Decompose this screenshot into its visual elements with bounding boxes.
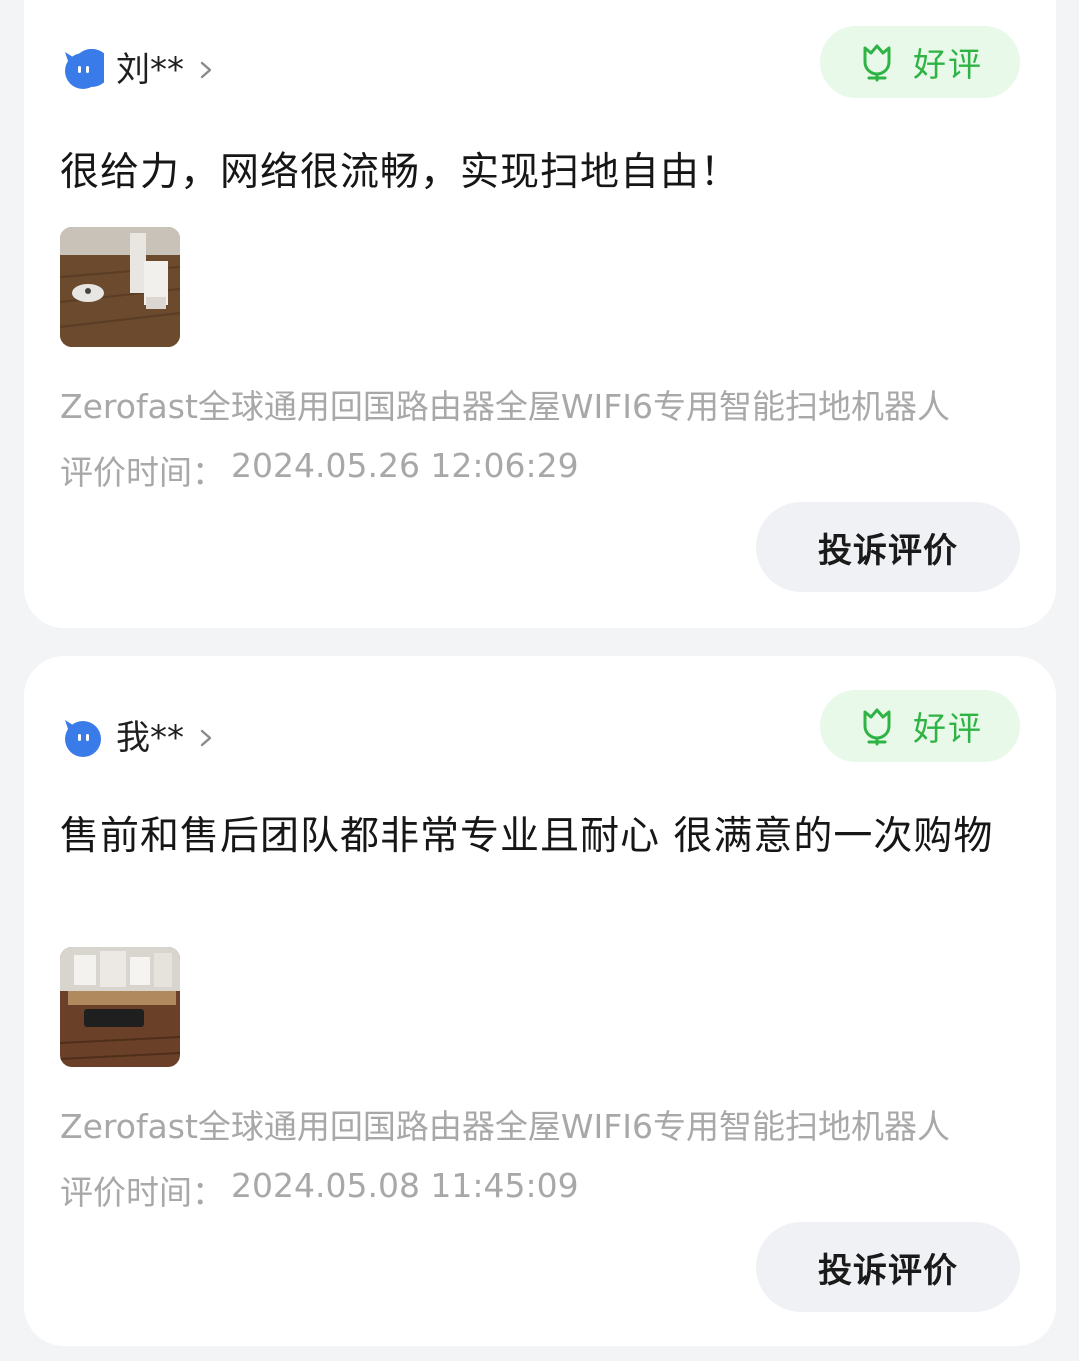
review-time-label: 评价时间： xyxy=(60,453,225,492)
review-text: 售前和售后团队都非常专业且耐心 很满意的一次购物 xyxy=(60,814,994,859)
rating-label: 好评 xyxy=(913,709,983,748)
user-name: 刘** xyxy=(116,50,184,90)
avatar-icon xyxy=(62,717,104,759)
avatar-icon xyxy=(62,49,104,91)
review-time-value: 2024.05.26 12:06:29 xyxy=(231,446,579,485)
user-name: 我** xyxy=(116,718,184,758)
product-name[interactable]: Zerofast全球通用回国路由器全屋WIFI6专用智能扫地机器人 xyxy=(60,380,1010,428)
rating-label: 好评 xyxy=(913,45,983,84)
review-text: 很给力，网络很流畅，实现扫地自由！ xyxy=(60,150,741,195)
review-card: 我** 好评 售前和售后团队都非常专业且耐心 很满意的一次购物 Zerofast… xyxy=(24,656,1056,1346)
chevron-right-icon xyxy=(198,59,214,81)
review-time-label: 评价时间： xyxy=(60,1173,225,1212)
chevron-right-icon xyxy=(198,727,214,749)
review-photo[interactable] xyxy=(60,947,180,1067)
user-row[interactable]: 我** xyxy=(62,716,214,760)
review-card: 刘** 好评 很给力，网络很流畅，实现扫地自由！ Zerofast全球通用回国路… xyxy=(24,0,1056,628)
complain-button[interactable]: 投诉评价 xyxy=(756,1222,1020,1312)
tulip-icon xyxy=(857,42,897,82)
product-name[interactable]: Zerofast全球通用回国路由器全屋WIFI6专用智能扫地机器人 xyxy=(60,1100,1010,1148)
rating-badge: 好评 xyxy=(820,690,1020,762)
review-time-value: 2024.05.08 11:45:09 xyxy=(231,1166,579,1205)
tulip-icon xyxy=(857,706,897,746)
user-row[interactable]: 刘** xyxy=(62,48,214,92)
rating-badge: 好评 xyxy=(820,26,1020,98)
review-time: 评价时间： 2024.05.26 12:06:29 xyxy=(60,446,579,494)
complain-button[interactable]: 投诉评价 xyxy=(756,502,1020,592)
review-photo[interactable] xyxy=(60,227,180,347)
review-time: 评价时间： 2024.05.08 11:45:09 xyxy=(60,1166,579,1214)
